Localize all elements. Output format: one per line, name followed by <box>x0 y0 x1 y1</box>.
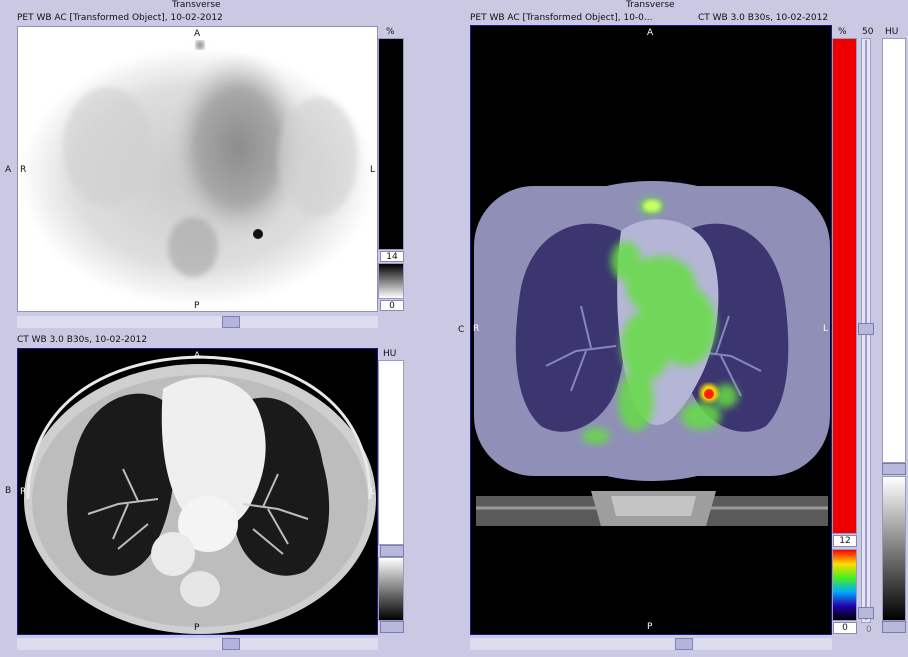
fused-scrollbar[interactable] <box>470 638 832 650</box>
pet-caption: PET WB AC [Transformed Object], 10-02-20… <box>17 13 223 23</box>
fused-image <box>474 181 830 526</box>
fused-row-letter: C <box>458 325 465 335</box>
right-view-title: Transverse <box>626 0 675 10</box>
fused-orient-right: L <box>823 324 829 334</box>
fused-ct-scale-upper-handle[interactable] <box>882 463 906 475</box>
fused-orient-top: A <box>647 28 654 38</box>
fused-caption-left: PET WB AC [Transformed Object], 10-0... <box>470 13 653 23</box>
pet-orient-bottom: P <box>194 301 200 311</box>
ct-scale-gradient <box>378 557 404 621</box>
pet-scale-max[interactable]: 14 <box>380 251 404 262</box>
ct-scale-top <box>378 360 404 545</box>
ct-scrollbar[interactable] <box>17 638 378 650</box>
fused-viewport[interactable]: A R L P <box>470 25 832 635</box>
pet-scrollbar[interactable] <box>17 316 378 328</box>
fused-caption-right: CT WB 3.0 B30s, 10-02-2012 <box>698 13 829 23</box>
fused-scroll-thumb[interactable] <box>675 638 693 650</box>
pet-viewport[interactable]: A R L P <box>17 26 378 312</box>
ct-row-letter: B <box>5 486 12 496</box>
ct-scale-upper-handle[interactable] <box>380 545 404 557</box>
ct-scale-unit: HU <box>383 349 397 359</box>
ct-caption: CT WB 3.0 B30s, 10-02-2012 <box>17 335 148 345</box>
fused-pet-rainbow <box>832 549 857 621</box>
ct-orient-left: R <box>20 487 27 497</box>
pet-scale-min[interactable]: 0 <box>380 300 404 311</box>
ct-scale-lower-handle[interactable] <box>380 621 404 633</box>
fused-pet-scale-unit: % <box>838 27 847 37</box>
fused-orient-left: R <box>473 324 480 334</box>
pet-orient-top: A <box>194 29 201 39</box>
ct-orient-bottom: P <box>194 623 200 633</box>
fused-blend-value: 50 <box>862 27 874 37</box>
pet-orient-left: R <box>20 165 27 175</box>
pet-orient-right: L <box>370 165 376 175</box>
ct-image <box>24 355 376 634</box>
pet-scale-bar[interactable] <box>378 38 404 250</box>
fused-pet-scale-bar[interactable] <box>832 38 857 534</box>
fused-pet-scale-min[interactable]: 0 <box>833 622 857 634</box>
pet-row-letter: A <box>5 165 12 175</box>
fused-blend-handle[interactable] <box>858 323 874 335</box>
fused-ct-scale-top <box>882 38 906 463</box>
ct-orient-right: L <box>370 487 376 497</box>
fused-blend-min: 0 <box>866 625 872 635</box>
pet-scale-unit: % <box>386 27 395 37</box>
ct-scroll-thumb[interactable] <box>222 638 240 650</box>
fused-ct-scale-unit: HU <box>885 27 899 37</box>
pet-scroll-thumb[interactable] <box>222 316 240 328</box>
ct-orient-top: A <box>194 351 201 361</box>
fused-blend-lower-handle[interactable] <box>858 607 874 619</box>
fused-orient-bottom: P <box>647 622 653 632</box>
pet-scale-gradient <box>378 263 404 299</box>
ct-viewport[interactable]: A R L P <box>17 348 378 635</box>
fused-ct-scale-lower-handle[interactable] <box>882 621 906 633</box>
left-view-title: Transverse <box>172 0 221 10</box>
fused-pet-scale-max[interactable]: 12 <box>833 535 857 547</box>
pet-image <box>20 41 376 307</box>
fused-ct-scale-gradient <box>882 476 906 621</box>
